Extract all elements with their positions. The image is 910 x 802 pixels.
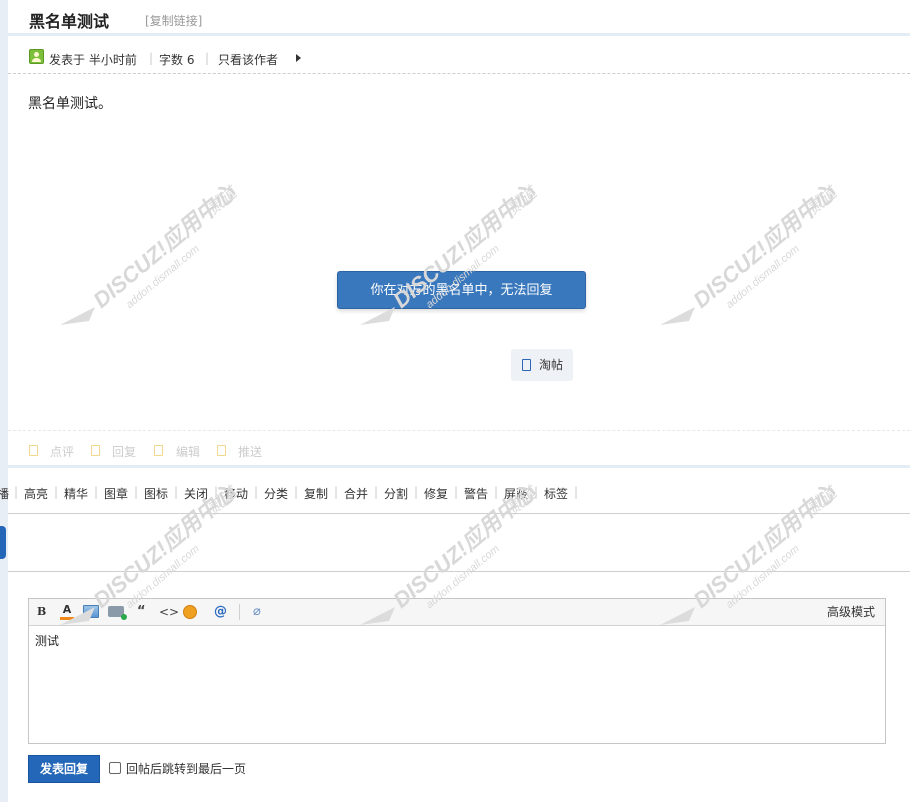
mod-action[interactable]: 关闭 (184, 485, 208, 502)
word-count: 字数 6 (159, 53, 195, 67)
font-color-icon[interactable]: A (60, 604, 74, 620)
editor-toolbar: B A “ <> @ ⌀ 高级模式 (29, 599, 885, 626)
watermark-arrow-icon (660, 307, 695, 325)
post-time: 发表于 半小时前 (49, 53, 137, 67)
submit-reply-button[interactable]: 发表回复 (28, 755, 100, 783)
author-only-link[interactable]: 只看该作者 (218, 51, 278, 68)
mod-separator: | (94, 485, 99, 499)
mod-separator: | (494, 485, 499, 499)
moderation-bar: 播 | 高亮 | 精华 | 图章 | 图标 | 关闭 | 移动 | 分类 | 复… (0, 485, 910, 501)
post-actions-bar: 点评 回复 编辑 推送 (8, 430, 910, 468)
push-action[interactable]: 推送 (238, 443, 262, 460)
jump-to-last-page-checkbox[interactable] (109, 762, 121, 774)
watermark-text: DISCUZ!应用中心 (688, 179, 841, 313)
mod-separator: | (14, 485, 19, 499)
side-tab-button[interactable] (0, 526, 6, 559)
mod-action[interactable]: 分割 (384, 485, 408, 502)
mod-separator: | (174, 485, 179, 499)
mod-separator: | (574, 485, 579, 499)
comment-icon (29, 445, 38, 456)
bold-icon[interactable]: B (37, 604, 46, 620)
reply-icon (91, 445, 100, 456)
taotie-button[interactable]: 淘帖 (511, 349, 573, 381)
watermark-logo: DISCUZ!应用中心 addon.dismall.com 贰道 (60, 179, 242, 325)
post-content: 黑名单测试。 (28, 96, 112, 112)
collect-icon (522, 359, 531, 371)
mod-action[interactable]: 屏蔽 (504, 485, 528, 502)
mod-separator: | (294, 485, 299, 499)
attachment-icon[interactable]: ⌀ (253, 604, 261, 620)
mention-icon[interactable]: @ (214, 604, 227, 620)
edit-icon (154, 445, 163, 456)
mod-separator: | (534, 485, 539, 499)
post-meta-bar: 发表于 半小时前 | 字数 6 | 只看该作者 (8, 44, 910, 74)
watermark-domain: addon.dismall.com (724, 243, 802, 311)
mod-action[interactable]: 移动 (224, 485, 248, 502)
edit-action[interactable]: 编辑 (176, 443, 200, 460)
left-border-strip (0, 0, 8, 802)
advanced-mode-link[interactable]: 高级模式 (827, 604, 875, 620)
mod-action[interactable]: 修复 (424, 485, 448, 502)
watermark-brand: 贰道 (504, 183, 542, 219)
caret-right-icon[interactable] (296, 54, 301, 62)
watermark-brand: 贰道 (804, 183, 842, 219)
mod-separator: | (214, 485, 219, 499)
watermark-logo: DISCUZ!应用中心 addon.dismall.com 贰道 (360, 179, 542, 325)
mod-action[interactable]: 图标 (144, 485, 168, 502)
mod-separator: | (254, 485, 259, 499)
mod-separator: | (454, 485, 459, 499)
image-icon[interactable] (83, 605, 99, 618)
watermark-text: DISCUZ!应用中心 (88, 179, 241, 313)
divider (8, 513, 910, 514)
online-user-icon (29, 49, 44, 64)
reply-editor: B A “ <> @ ⌀ 高级模式 测试 (28, 598, 886, 744)
push-icon (217, 445, 226, 456)
watermark-arrow-icon (60, 307, 95, 325)
toolbar-separator (239, 604, 240, 620)
mod-action[interactable]: 警告 (464, 485, 488, 502)
mod-separator: | (334, 485, 339, 499)
mod-action[interactable]: 合并 (344, 485, 368, 502)
blacklist-toast: 你在对方的黑名单中，无法回复 (337, 271, 586, 309)
mod-action[interactable]: 图章 (104, 485, 128, 502)
mod-separator: | (134, 485, 139, 499)
media-icon[interactable] (108, 606, 127, 620)
smiley-icon[interactable] (183, 605, 197, 619)
taotie-label: 淘帖 (539, 358, 564, 372)
mod-action[interactable]: 高亮 (24, 485, 48, 502)
reply-action[interactable]: 回复 (112, 443, 136, 460)
watermark-brand: 贰道 (204, 183, 242, 219)
meta-separator: | (149, 51, 154, 65)
divider (8, 571, 910, 572)
quote-icon[interactable]: “ (137, 604, 146, 620)
code-icon[interactable]: <> (159, 604, 179, 620)
copy-link-button[interactable]: [复制链接] (145, 12, 202, 29)
mod-separator: | (374, 485, 379, 499)
mod-separator: | (54, 485, 59, 499)
mod-action[interactable]: 播 (0, 485, 9, 502)
meta-separator: | (205, 51, 210, 65)
mod-action[interactable]: 复制 (304, 485, 328, 502)
mod-separator: | (414, 485, 419, 499)
watermark-logo: DISCUZ!应用中心 addon.dismall.com 贰道 (660, 179, 842, 325)
thread-header: 黑名单测试 [复制链接] (8, 0, 910, 36)
mod-action[interactable]: 标签 (544, 485, 568, 502)
watermark-arrow-icon (360, 307, 395, 325)
watermark-domain: addon.dismall.com (124, 243, 202, 311)
thread-title: 黑名单测试 (29, 12, 110, 31)
jump-to-last-page-label: 回帖后跳转到最后一页 (126, 762, 247, 776)
comment-action[interactable]: 点评 (50, 443, 74, 460)
mod-action[interactable]: 精华 (64, 485, 88, 502)
mod-action[interactable]: 分类 (264, 485, 288, 502)
editor-textarea[interactable]: 测试 (35, 632, 59, 649)
